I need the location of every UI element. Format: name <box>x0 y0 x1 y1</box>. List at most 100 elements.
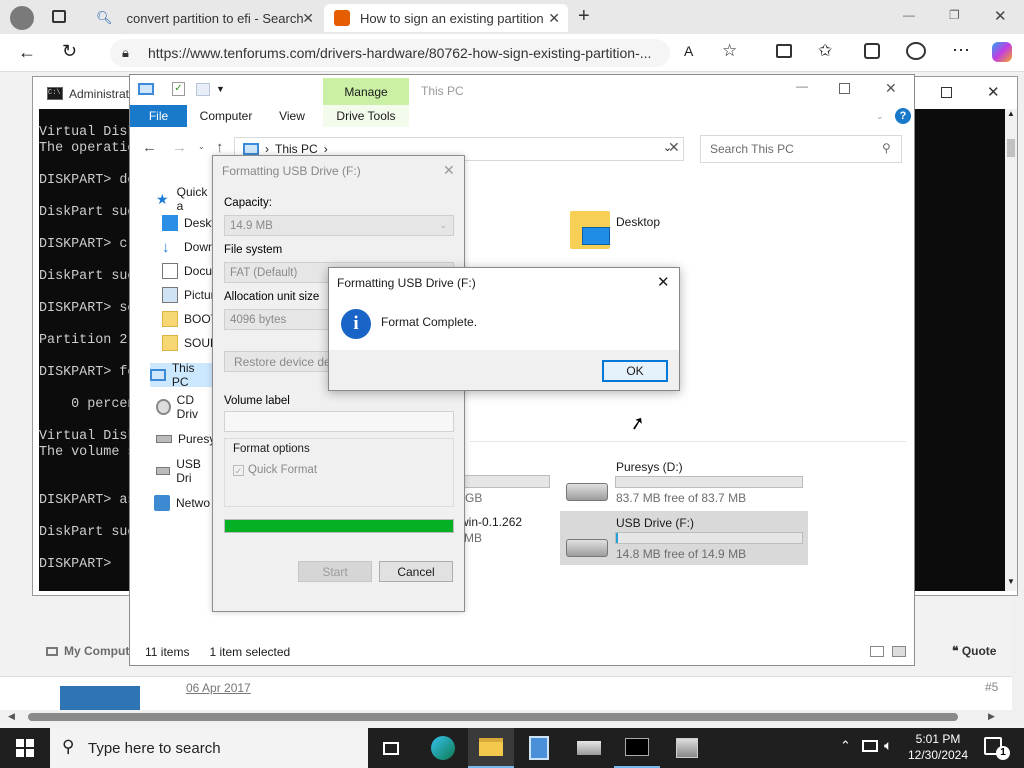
nav-cd-drive[interactable]: CD Driv <box>156 393 214 421</box>
my-computer-link[interactable]: My Compute <box>46 644 136 658</box>
cmd-scrollbar[interactable]: ▲ ▼ <box>1005 109 1017 591</box>
large-icons-view-icon[interactable] <box>892 646 906 657</box>
scroll-left-icon[interactable]: ◀ <box>8 711 15 722</box>
maximize-icon[interactable] <box>839 83 850 94</box>
new-tab-icon[interactable]: + <box>578 5 590 28</box>
breadcrumb[interactable]: This PC <box>275 142 318 156</box>
tab-file[interactable]: File <box>130 105 187 127</box>
profile-icon[interactable] <box>10 6 34 30</box>
close-icon[interactable]: ✕ <box>987 83 1000 101</box>
tab-actions-icon[interactable] <box>52 10 66 23</box>
scroll-thumb[interactable] <box>1007 139 1015 157</box>
ok-button[interactable]: OK <box>602 360 668 382</box>
copilot-icon[interactable] <box>992 42 1012 62</box>
drive-puresys[interactable]: Puresys (D:) 83.7 MB free of 83.7 MB <box>560 455 810 509</box>
close-icon[interactable]: ✕ <box>548 10 560 27</box>
nav-sources[interactable]: SOUR <box>162 331 219 355</box>
edge-icon[interactable] <box>420 728 466 768</box>
favorites-icon[interactable]: ✩ <box>818 41 832 61</box>
drive-usage-bar <box>615 476 803 488</box>
status-bar: 11 items 1 item selected <box>130 639 914 665</box>
clear-path-icon[interactable]: ✕ <box>668 139 680 156</box>
file-explorer-icon[interactable] <box>468 728 514 768</box>
back-icon[interactable]: ← <box>18 42 36 63</box>
show-hidden-icons[interactable]: ⌃ <box>840 738 851 754</box>
nav-this-pc[interactable]: This PC <box>150 361 214 389</box>
folder-desktop[interactable]: Desktop <box>570 209 690 253</box>
minimize-icon[interactable]: — <box>796 79 808 93</box>
qat-dropdown-icon[interactable]: ▼ <box>216 84 225 94</box>
ribbon-expand-icon[interactable]: ⌄ <box>876 111 884 122</box>
maximize-icon[interactable] <box>941 87 952 98</box>
quote-button[interactable]: ❝ Quote <box>952 644 996 658</box>
read-aloud-icon[interactable]: A <box>684 43 693 59</box>
document-app-icon[interactable] <box>516 728 562 768</box>
split-screen-icon[interactable] <box>776 44 792 58</box>
message-box: Formatting USB Drive (F:) ✕ i Format Com… <box>328 267 680 391</box>
partial-drive[interactable]: GB win-0.1.262 MB <box>460 473 560 545</box>
new-folder-icon[interactable] <box>196 83 210 96</box>
close-icon[interactable]: ✕ <box>885 80 897 97</box>
taskbar-search[interactable]: ⚲ Type here to search <box>50 728 368 768</box>
network-app-icon[interactable] <box>664 728 710 768</box>
scroll-up-icon[interactable]: ▲ <box>1007 109 1015 118</box>
nav-boot[interactable]: BOOT <box>162 307 218 331</box>
tab-drive-tools[interactable]: Drive Tools <box>323 105 409 127</box>
forward-icon[interactable]: → <box>172 139 187 156</box>
close-window-icon[interactable]: ✕ <box>994 7 1007 25</box>
nav-network[interactable]: Netwo <box>154 491 210 515</box>
close-icon[interactable]: ✕ <box>443 162 455 179</box>
volume-label-input[interactable] <box>224 411 454 432</box>
capacity-select[interactable]: 14.9 MB ⌄ <box>224 215 454 236</box>
tab-computer[interactable]: Computer <box>192 105 260 127</box>
help-icon[interactable]: ? <box>895 108 911 124</box>
cmd-icon[interactable] <box>614 728 660 768</box>
nav-desktop[interactable]: Deskt <box>162 211 215 235</box>
horizontal-scrollbar[interactable]: ◀ ▶ <box>0 710 1024 724</box>
favorite-icon[interactable]: ☆ <box>722 41 737 61</box>
clock[interactable]: 5:01 PM 12/30/2024 <box>904 731 972 763</box>
search-input[interactable]: Search This PC ⚲ <box>700 135 902 163</box>
nav-usb-drive[interactable]: USB Dri <box>156 457 214 485</box>
nav-quick-access[interactable]: ★ Quick a <box>156 185 214 213</box>
scroll-down-icon[interactable]: ▼ <box>1007 577 1015 586</box>
scroll-right-icon[interactable]: ▶ <box>988 711 995 722</box>
back-icon[interactable]: ← <box>142 139 157 156</box>
nav-documents[interactable]: Docu <box>162 259 212 283</box>
drive-usb[interactable]: USB Drive (F:) 14.8 MB free of 14.9 MB <box>560 511 808 565</box>
extension-icon[interactable] <box>906 42 926 60</box>
tab-forum[interactable]: How to sign an existing partition ✕ <box>324 4 568 32</box>
network-status-icon[interactable] <box>862 740 878 752</box>
task-view-icon[interactable] <box>368 728 414 768</box>
start-button[interactable]: Start <box>298 561 372 582</box>
close-icon[interactable]: ✕ <box>657 273 670 291</box>
properties-icon[interactable]: ✓ <box>172 82 185 96</box>
url-field[interactable]: 🔒︎ https://www.tenforums.com/drivers-har… <box>110 39 670 67</box>
start-button[interactable] <box>2 728 48 768</box>
search-icon: ⚲ <box>882 141 891 155</box>
drive-app-icon[interactable] <box>566 728 612 768</box>
section-divider <box>470 441 906 442</box>
avatar-block <box>60 686 140 710</box>
content-scrollbar[interactable] <box>900 175 914 635</box>
post-number[interactable]: #5 <box>985 680 998 694</box>
more-icon[interactable]: ⋯ <box>952 40 970 61</box>
nav-pictures[interactable]: Pictur <box>162 283 215 307</box>
manage-tab[interactable]: Manage <box>323 78 409 106</box>
message-text: Format Complete. <box>381 315 478 329</box>
restore-icon[interactable]: ❐ <box>949 8 960 22</box>
up-icon[interactable]: ↑ <box>216 139 224 156</box>
nav-downloads[interactable]: ↓ Down <box>162 235 215 259</box>
tab-view[interactable]: View <box>270 105 314 127</box>
collections-icon[interactable] <box>864 43 880 59</box>
tab-search[interactable]: 🔍︎ convert partition to efi - Search ✕ <box>86 4 322 32</box>
details-view-icon[interactable] <box>870 646 884 657</box>
quick-format-checkbox[interactable]: ✓ Quick Format <box>233 464 317 476</box>
minimize-icon[interactable]: — <box>903 8 915 22</box>
close-icon[interactable]: ✕ <box>302 10 314 27</box>
recent-dropdown-icon[interactable]: ⌄ <box>198 142 205 151</box>
volume-muted-icon[interactable]: 🔈︎ <box>884 737 892 754</box>
scroll-thumb[interactable] <box>28 713 958 721</box>
refresh-icon[interactable]: ↻ <box>62 41 77 62</box>
cancel-button[interactable]: Cancel <box>379 561 453 582</box>
